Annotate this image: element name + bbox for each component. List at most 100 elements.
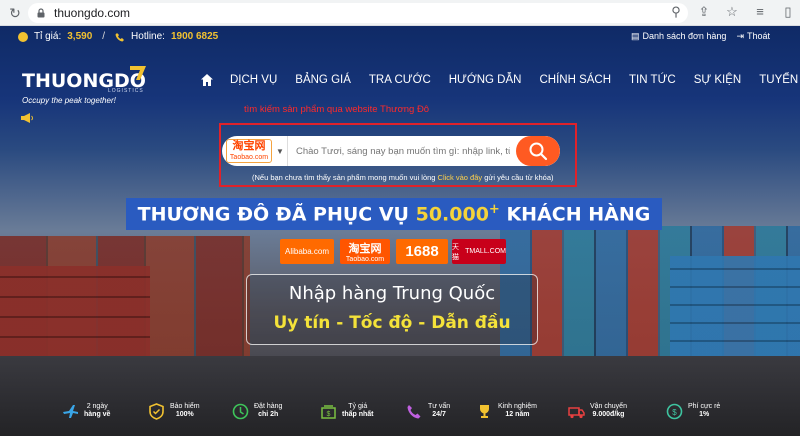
feature-line1: Kinh nghiệm	[498, 403, 537, 410]
features-bar: 2 ngày hàng về Bảo hiểm 100% Đặt hàng chỉ 2…	[50, 396, 790, 426]
menu-item-chinh-sach[interactable]: CHÍNH SÁCH	[539, 74, 611, 86]
feature-line2: 100%	[175, 411, 194, 418]
search-input[interactable]	[288, 138, 510, 164]
zoom-icon[interactable]: ⚲	[668, 4, 684, 20]
headline-number: 50.000	[415, 203, 489, 226]
headline-plus: +	[488, 202, 500, 218]
search-icon	[529, 142, 548, 161]
feature-item: Kinh nghiệm 12 năm	[476, 396, 537, 426]
menu-item-tra-cuoc[interactable]: TRA CƯỚC	[369, 74, 431, 86]
logo-sub: LOGISTICS	[108, 88, 144, 94]
menu-item-dich-vu[interactable]: DỊCH VỤ	[230, 74, 277, 86]
menu-item-tin-tuc[interactable]: TIN TỨC	[629, 74, 676, 86]
feature-item: Tư vấn 24/7	[406, 396, 450, 426]
taobao-marketplace-logo[interactable]: 淘宝网 Taobao.com	[340, 239, 390, 264]
exchange-rate-label: Tỉ giá:	[34, 31, 62, 42]
feature-line1: Bảo hiểm	[170, 403, 200, 410]
search-note-suffix: gửi yêu cầu từ khóa)	[482, 173, 554, 182]
svg-text:$: $	[672, 408, 677, 417]
alibaba-label: Alibaba.com	[284, 247, 330, 256]
exchange-icon: $	[321, 404, 336, 419]
phone-icon	[115, 32, 125, 41]
bookmark-star-icon[interactable]: ☆	[724, 4, 740, 20]
1688-label: 1688	[405, 243, 439, 260]
feature-item: $ Tỷ giá thấp nhất	[320, 396, 374, 426]
taobao-logo-cn: 淘宝网	[232, 140, 266, 152]
orders-link-label: Danh sách đơn hàng	[642, 31, 727, 41]
site-logo[interactable]: THUONGDO LOGISTICS Occupy the peak toget…	[22, 66, 162, 110]
reload-icon[interactable]: ↻	[6, 4, 24, 22]
source-site-select[interactable]: 淘宝网 Taobao.com ▼	[222, 136, 288, 166]
hotline-label: Hotline:	[131, 31, 165, 42]
1688-logo[interactable]: 1688	[396, 239, 448, 264]
exchange-rate-value: 3,590	[67, 31, 93, 42]
headline-suffix: KHÁCH HÀNG	[499, 203, 651, 226]
headline-prefix: THƯƠNG ĐÔ ĐÃ PHỤC VỤ	[137, 203, 416, 226]
hero-section: Tỉ giá: 3,590 / Hotline: 1900 6825 ▤ Danh…	[0, 26, 800, 436]
tmall-logo[interactable]: 天猫 TMALL.COM	[452, 239, 506, 264]
url-text: thuongdo.com	[54, 6, 131, 20]
fee-icon: $	[666, 403, 683, 419]
svg-text:$: $	[327, 411, 331, 418]
feature-line1: Tư vấn	[428, 403, 451, 410]
orders-link[interactable]: ▤ Danh sách đơn hàng	[631, 31, 726, 42]
feature-item: Vận chuyển 9.000đ/kg	[568, 396, 627, 426]
reading-list-icon[interactable]: ≡	[752, 4, 768, 20]
feature-line2: 1%	[699, 411, 710, 418]
home-icon[interactable]	[200, 73, 214, 87]
chevron-down-icon: ▼	[276, 146, 284, 156]
shield-icon	[149, 402, 164, 420]
search-help-note: (Nếu bạn chưa tìm thấy sản phẩm mong muố…	[252, 173, 553, 182]
address-bar[interactable]: thuongdo.com	[28, 3, 688, 23]
share-icon[interactable]: ⇪	[696, 4, 712, 20]
search-title: tìm kiếm sản phẩm qua website Thương Đô	[244, 104, 430, 115]
logout-link-label: Thoát	[746, 31, 770, 41]
search-note-link[interactable]: Click vào đây	[438, 173, 483, 182]
slogan-line1: Nhập hàng Trung Quốc	[288, 283, 496, 304]
coin-icon	[18, 31, 28, 42]
topbar-separator: /	[102, 31, 106, 42]
plane-icon	[63, 404, 78, 418]
trophy-icon	[480, 404, 489, 418]
tmall-en: TMALL.COM	[465, 248, 506, 255]
feature-line2: hàng về	[84, 411, 111, 418]
logo-tagline: Occupy the peak together!	[22, 96, 116, 105]
slogan-box: Nhập hàng Trung Quốc Uy tín - Tốc độ - D…	[246, 274, 538, 345]
search-note-prefix: (Nếu bạn chưa tìm thấy sản phẩm mong muố…	[252, 173, 438, 182]
search-box: 淘宝网 Taobao.com ▼	[222, 136, 560, 166]
feature-item: $ Phí cực rẻ 1%	[666, 396, 720, 426]
tmall-cn: 天猫	[452, 243, 459, 261]
top-info-bar: Tỉ giá: 3,590 / Hotline: 1900 6825 ▤ Danh…	[0, 26, 800, 48]
taobao-mk-cn: 淘宝网	[348, 243, 382, 255]
menu-item-tuyen-dung[interactable]: TUYỂN DỤNG	[759, 74, 800, 86]
hotline-value[interactable]: 1900 6825	[171, 31, 218, 42]
truck-icon	[568, 406, 585, 418]
feature-line2: chỉ 2h	[258, 411, 279, 418]
sidepanel-icon[interactable]: ▯	[780, 4, 796, 20]
feature-line1: Phí cực rẻ	[688, 403, 721, 410]
megaphone-icon[interactable]	[20, 112, 34, 124]
feature-line1: Đặt hàng	[254, 403, 283, 410]
slogan-line2: Uy tín - Tốc độ - Dẫn đầu	[273, 313, 511, 333]
clock-icon	[232, 403, 249, 419]
alibaba-logo[interactable]: Alibaba.com	[280, 239, 334, 264]
search-button[interactable]	[516, 136, 560, 166]
menu-item-bang-gia[interactable]: BẢNG GIÁ	[295, 74, 351, 86]
taobao-logo-en: Taobao.com	[229, 154, 269, 161]
logout-link[interactable]: ⇥ Thoát	[736, 31, 770, 42]
feature-line2: 24/7	[432, 411, 446, 418]
taobao-mk-en: Taobao.com	[345, 256, 385, 263]
customers-headline: THƯƠNG ĐÔ ĐÃ PHỤC VỤ 50.000+ KHÁCH HÀNG	[126, 198, 662, 230]
main-menu: DỊCH VỤ BẢNG GIÁ TRA CƯỚC HƯỚNG DẪN CHÍN…	[200, 73, 800, 87]
feature-line1: 2 ngày	[86, 403, 108, 410]
menu-item-huong-dan[interactable]: HƯỚNG DẪN	[449, 74, 522, 86]
feature-line1: Tỷ giá	[348, 403, 368, 410]
menu-item-su-kien[interactable]: SỰ KIỆN	[694, 74, 742, 86]
phone-icon	[407, 404, 421, 418]
browser-toolbar: ↻ thuongdo.com ⚲ ⇪ ☆ ≡ ▯	[0, 0, 800, 26]
feature-line2: 9.000đ/kg	[592, 411, 625, 418]
logo-mark-icon	[130, 66, 146, 80]
feature-item: Bảo hiểm 100%	[148, 396, 200, 426]
feature-line2: thấp nhất	[342, 411, 374, 418]
lock-icon	[37, 8, 45, 18]
